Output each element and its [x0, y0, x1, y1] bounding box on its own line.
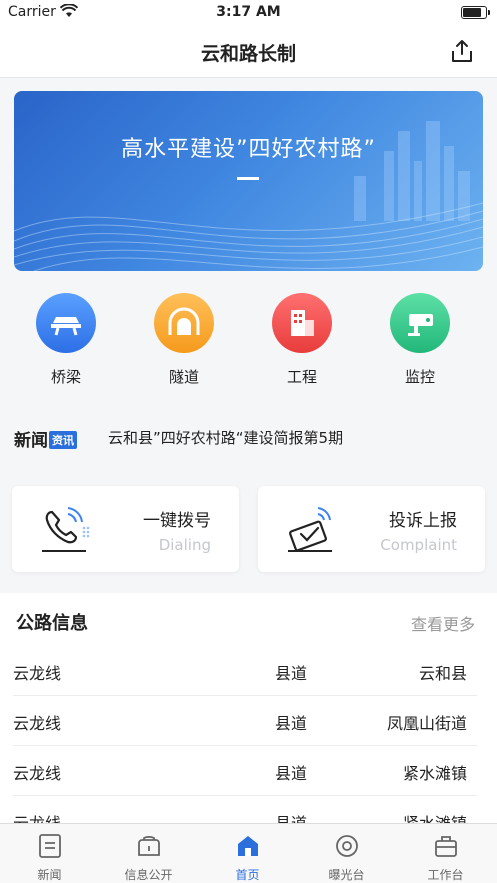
tab-exposure[interactable]: 曝光台: [297, 824, 396, 883]
card-title: 一键拨号: [143, 511, 211, 531]
road-level: 县道: [275, 764, 308, 783]
home-content[interactable]: 高水平建设”四好农村路” 桥梁 隧道 工程 监控 新闻 资讯 云和县”四好农村路…: [0, 78, 497, 823]
home-icon: [237, 836, 258, 856]
quick-entry-bridge[interactable]: 桥梁: [7, 293, 125, 387]
battery-icon: [461, 6, 490, 19]
table-row[interactable]: 云龙线 县道 云和县: [13, 646, 477, 696]
briefcase-icon: [434, 836, 457, 857]
news-headline[interactable]: 云和县”四好农村路“建设简报第5期: [108, 427, 343, 448]
status-bar: Carrier 3:17 AM: [0, 0, 497, 26]
tab-info-disclosure[interactable]: 信息公开: [99, 824, 198, 883]
tab-home[interactable]: 首页: [198, 824, 297, 883]
phone-call-icon: [42, 507, 90, 552]
tab-bar: 新闻 信息公开 首页 曝光台 工作台: [0, 823, 497, 883]
road-level: 县道: [275, 714, 308, 733]
news-logo: 新闻 资讯: [14, 426, 77, 451]
road-area: 紧水滩镇: [402, 764, 467, 783]
banner-title: 高水平建设”四好农村路”: [121, 137, 376, 162]
quick-entry-label: 隧道: [168, 368, 199, 386]
complaint-envelope-icon: [288, 507, 332, 552]
card-subtitle: Dialing: [158, 536, 211, 554]
tab-workbench[interactable]: 工作台: [396, 824, 495, 883]
clock: 3:17 AM: [216, 4, 281, 20]
road-level: 县道: [275, 664, 308, 683]
banner-divider: [237, 177, 259, 180]
camera-icon: [390, 293, 450, 353]
promo-banner[interactable]: 高水平建设”四好农村路”: [14, 91, 483, 271]
road-area: 紧水滩镇: [403, 810, 467, 823]
road-name: 云龙线: [13, 764, 62, 783]
quick-entry-label: 桥梁: [50, 368, 81, 386]
quick-entry-project[interactable]: 工程: [243, 293, 361, 387]
news-tab-icon: [38, 834, 61, 858]
card-subtitle: Complaint: [380, 536, 457, 554]
nav-bar: 云和路长制: [0, 26, 497, 78]
table-row[interactable]: 云龙线 县道 紧水滩镇: [13, 746, 477, 796]
banner-wave-graphic: [14, 121, 483, 271]
quick-entry-label: 监控: [404, 368, 435, 386]
complaint-card[interactable]: 投诉上报 Complaint: [258, 486, 485, 572]
quick-entry-monitor[interactable]: 监控: [361, 293, 479, 387]
road-name: 云龙线: [13, 810, 61, 823]
target-icon: [335, 835, 358, 857]
news-ticker[interactable]: 新闻 资讯 云和县”四好农村路“建设简报第5期: [0, 418, 497, 458]
building-icon: [272, 293, 332, 353]
road-area: 凤凰山街道: [386, 714, 467, 733]
table-row[interactable]: 云龙线 县道 凤凰山街道: [13, 696, 477, 746]
road-area: 云和县: [418, 664, 467, 683]
road-name: 云龙线: [13, 664, 62, 683]
bridge-icon: [36, 293, 96, 353]
tab-news[interactable]: 新闻: [0, 824, 99, 883]
tab-label: 首页: [235, 868, 260, 882]
road-name: 云龙线: [13, 714, 62, 733]
table-row[interactable]: 云龙线 县道 紧水滩镇: [13, 796, 477, 823]
quick-entry-tunnel[interactable]: 隧道: [125, 293, 243, 387]
page-title: 云和路长制: [200, 43, 296, 65]
share-icon[interactable]: [449, 38, 475, 64]
briefcase-info-icon: [137, 836, 160, 856]
view-more-link[interactable]: 查看更多: [411, 611, 475, 635]
news-tag: 资讯: [49, 431, 77, 449]
tab-label: 曝光台: [328, 868, 365, 882]
section-title: 公路信息: [16, 613, 88, 634]
tab-label: 新闻: [37, 868, 62, 882]
road-level: 县道: [275, 810, 307, 823]
tab-label: 工作台: [427, 868, 464, 882]
tunnel-icon: [154, 293, 214, 353]
tab-label: 信息公开: [124, 868, 173, 882]
quick-entry-label: 工程: [286, 368, 317, 386]
news-logo-text: 新闻: [14, 431, 48, 451]
dialing-card[interactable]: 一键拨号 Dialing: [12, 486, 239, 572]
highway-info-panel: 公路信息 查看更多 云龙线 县道 云和县 云龙线 县道 凤凰山街道 云龙线 县道…: [0, 593, 497, 823]
card-title: 投诉上报: [389, 511, 457, 531]
